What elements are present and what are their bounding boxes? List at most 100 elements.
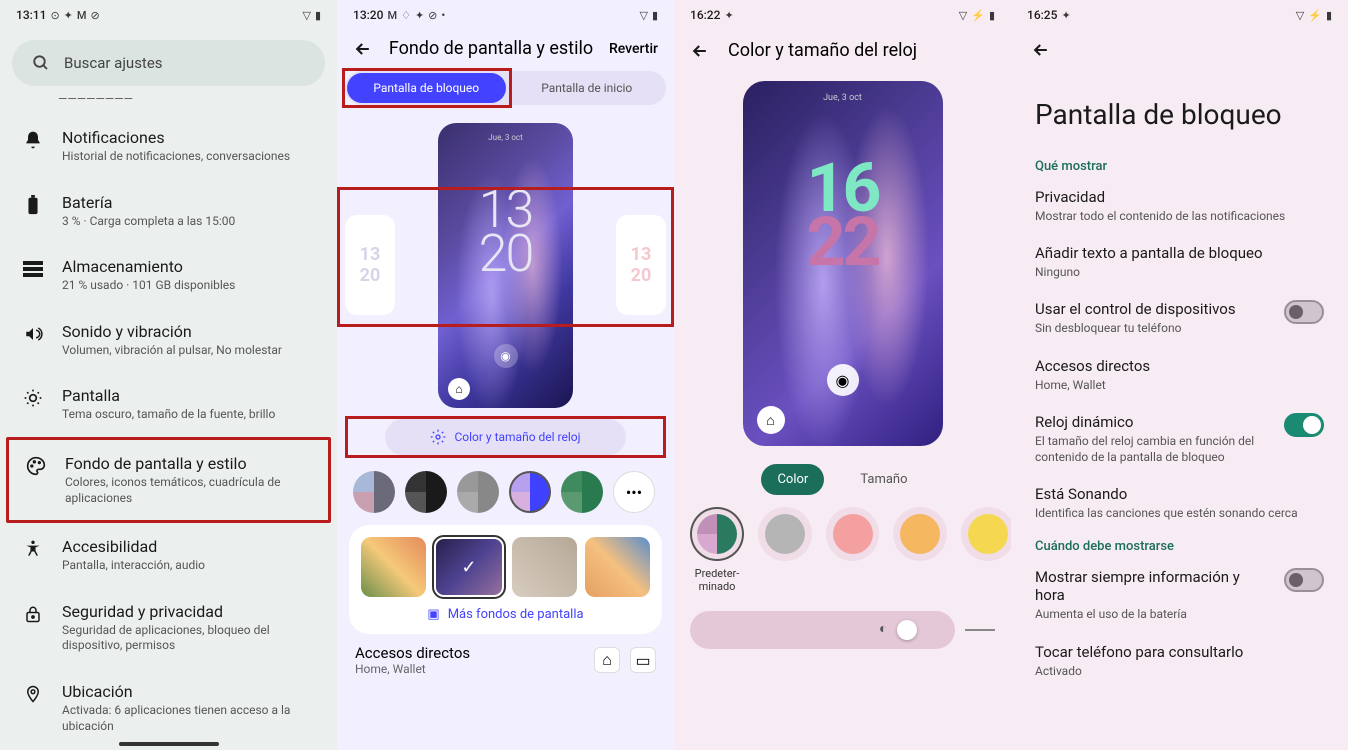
color-grey[interactable] — [758, 507, 812, 561]
item-always-show[interactable]: Mostrar siempre información y hora Aumen… — [1011, 558, 1348, 632]
search-icon — [32, 54, 50, 72]
item-shortcuts[interactable]: Accesos directos Home, Wallet — [1011, 347, 1348, 403]
item-add-text[interactable]: Añadir texto a pantalla de bloqueo Ningu… — [1011, 234, 1348, 290]
swatch-3[interactable] — [457, 471, 499, 513]
wallpaper-thumb-1[interactable] — [361, 537, 426, 597]
wallpaper-thumbnails: ▣ Más fondos de pantalla — [349, 525, 662, 634]
preview-date: Jue, 3 oct — [743, 93, 943, 103]
highlight-carousel — [337, 187, 674, 327]
page-title: Fondo de pantalla y estilo — [389, 38, 593, 59]
color-orange[interactable] — [893, 507, 947, 561]
item-tap-to-check[interactable]: Tocar teléfono para consultarlo Activado — [1011, 633, 1348, 679]
default-color-label: Predeter-minado — [690, 567, 744, 593]
settings-screen: 13:11 ⊙ ✦ M ⊘ ▽ ▮ Buscar ajustes ———————… — [0, 0, 337, 750]
status-time: 13:11 — [16, 8, 46, 22]
lockscreen-preview: Jue, 3 oct 16 22 ◉ ⌂ — [743, 81, 943, 446]
highlight-clock-button — [345, 416, 666, 458]
more-wallpapers-button[interactable]: ▣ Más fondos de pantalla — [361, 607, 650, 622]
toggle-device-control[interactable] — [1284, 300, 1324, 324]
swatch-4-selected[interactable] — [509, 471, 551, 513]
location-icon — [22, 682, 44, 704]
settings-item-notifications[interactable]: Notificaciones Historial de notificacion… — [0, 114, 337, 179]
highlight-lockscreen-tab — [342, 68, 512, 108]
item-now-playing[interactable]: Está Sonando Identifica las canciones qu… — [1011, 475, 1348, 531]
wallpaper-thumb-2-selected[interactable] — [434, 537, 503, 597]
shortcuts-sub: Home, Wallet — [355, 662, 470, 676]
back-button[interactable] — [353, 39, 373, 59]
battery-icon: ▮ — [989, 9, 995, 22]
section-what-to-show: Qué mostrar — [1011, 151, 1348, 178]
palette-icon — [25, 454, 47, 476]
wallpaper-style-screen: 13:20 M ♢ ✦ ⊘ • ▽ ▮ Fondo de pantalla y … — [337, 0, 674, 750]
wallpaper-thumb-4[interactable] — [585, 537, 650, 597]
fingerprint-icon: ◉ — [494, 344, 518, 368]
clock-color-size-screen: 16:22 ✦ ▽ ⚡ ▮ Color y tamaño del reloj J… — [674, 0, 1011, 750]
revert-button[interactable]: Revertir — [609, 41, 658, 57]
settings-item-sound[interactable]: Sonido y vibración Volumen, vibración al… — [0, 308, 337, 373]
clock-icon: ⊙ — [50, 9, 59, 22]
page-title: Pantalla de bloqueo — [1011, 68, 1348, 151]
color-default[interactable] — [690, 507, 744, 561]
cloud-icon: ⊘ — [91, 9, 100, 22]
swatch-1[interactable] — [353, 471, 395, 513]
settings-item-security[interactable]: Seguridad y privacidad Seguridad de apli… — [0, 588, 337, 668]
item-privacy[interactable]: Privacidad Mostrar todo el contenido de … — [1011, 178, 1348, 234]
color-pink[interactable] — [826, 507, 880, 561]
fingerprint-icon: ◉ — [827, 364, 859, 396]
tab-size[interactable]: Tamaño — [844, 464, 923, 495]
status-bar: 13:11 ⊙ ✦ M ⊘ ▽ ▮ — [0, 0, 337, 26]
misc-icon: ♢ — [401, 9, 411, 22]
toggle-always-show[interactable] — [1284, 568, 1324, 592]
back-button[interactable] — [690, 41, 710, 61]
mail-icon: M — [77, 9, 87, 22]
header — [1011, 26, 1348, 68]
cloud-icon: ⊘ — [428, 9, 437, 22]
item-dynamic-clock[interactable]: Reloj dinámico El tamaño del reloj cambi… — [1011, 403, 1348, 475]
settings-item-storage[interactable]: Almacenamiento 21 % usado · 101 GB dispo… — [0, 243, 337, 308]
toggle-dynamic-clock[interactable] — [1284, 413, 1324, 437]
clock-color-row — [674, 507, 1011, 561]
wallpaper-thumb-3[interactable] — [512, 537, 577, 597]
wallpaper-icon: ▣ — [427, 607, 439, 622]
tab-homescreen[interactable]: Pantalla de inicio — [508, 71, 667, 105]
highlight-wallpaper: Fondo de pantalla y estilo Colores, icon… — [6, 437, 331, 523]
swatch-2[interactable] — [405, 471, 447, 513]
settings-item-wallpaper[interactable]: Fondo de pantalla y estilo Colores, icon… — [9, 440, 328, 520]
accessibility-icon — [22, 537, 44, 559]
shield-icon: ✦ — [64, 9, 73, 22]
battery-icon: ▮ — [1326, 9, 1332, 22]
storage-icon — [22, 257, 44, 279]
settings-item-location[interactable]: Ubicación Activada: 6 aplicaciones tiene… — [0, 668, 337, 748]
back-button[interactable] — [1031, 40, 1328, 60]
shortcuts-title: Accesos directos — [355, 644, 470, 662]
shortcuts-row[interactable]: Accesos directos Home, Wallet ⌂ ▭ — [337, 638, 674, 682]
home-icon: ⌂ — [594, 647, 620, 673]
truncated-item: ———————— — [0, 92, 337, 106]
nav-handle[interactable] — [119, 742, 219, 746]
mail-icon: M — [387, 9, 397, 22]
color-size-tabs: Color Tamaño — [674, 464, 1011, 495]
item-device-control[interactable]: Usar el control de dispositivos Sin desb… — [1011, 290, 1348, 346]
home-shortcut-icon: ⌂ — [448, 378, 470, 400]
section-when-to-show: Cuándo debe mostrarse — [1011, 531, 1348, 558]
settings-item-accessibility[interactable]: Accesibilidad Pantalla, interacción, aud… — [0, 523, 337, 588]
brightness-icon — [22, 386, 44, 408]
color-yellow[interactable] — [961, 507, 1011, 561]
wifi-icon: ▽ — [959, 9, 967, 22]
saturation-slider[interactable] — [674, 593, 1011, 649]
wifi-icon: ▽ — [1296, 9, 1304, 22]
swatch-5[interactable] — [561, 471, 603, 513]
bell-icon — [22, 128, 44, 150]
search-input[interactable]: Buscar ajustes — [12, 40, 325, 86]
battery-icon — [22, 193, 44, 215]
charge-icon: ⚡ — [1308, 9, 1322, 22]
header: Fondo de pantalla y estilo Revertir — [337, 26, 674, 67]
swatch-more[interactable]: ••• — [613, 471, 655, 513]
settings-item-battery[interactable]: Batería 3 % · Carga completa a las 15:00 — [0, 179, 337, 244]
wifi-icon: ▽ — [302, 9, 310, 22]
lockscreen-carousel[interactable]: 1320 Jue, 3 oct 13 20 ◉ ⌂ 1320 — [337, 115, 674, 415]
settings-item-display[interactable]: Pantalla Tema oscuro, tamaño de la fuent… — [0, 372, 337, 437]
dot-icon: • — [441, 9, 445, 22]
tab-color[interactable]: Color — [761, 464, 824, 495]
search-placeholder: Buscar ajustes — [64, 54, 163, 72]
